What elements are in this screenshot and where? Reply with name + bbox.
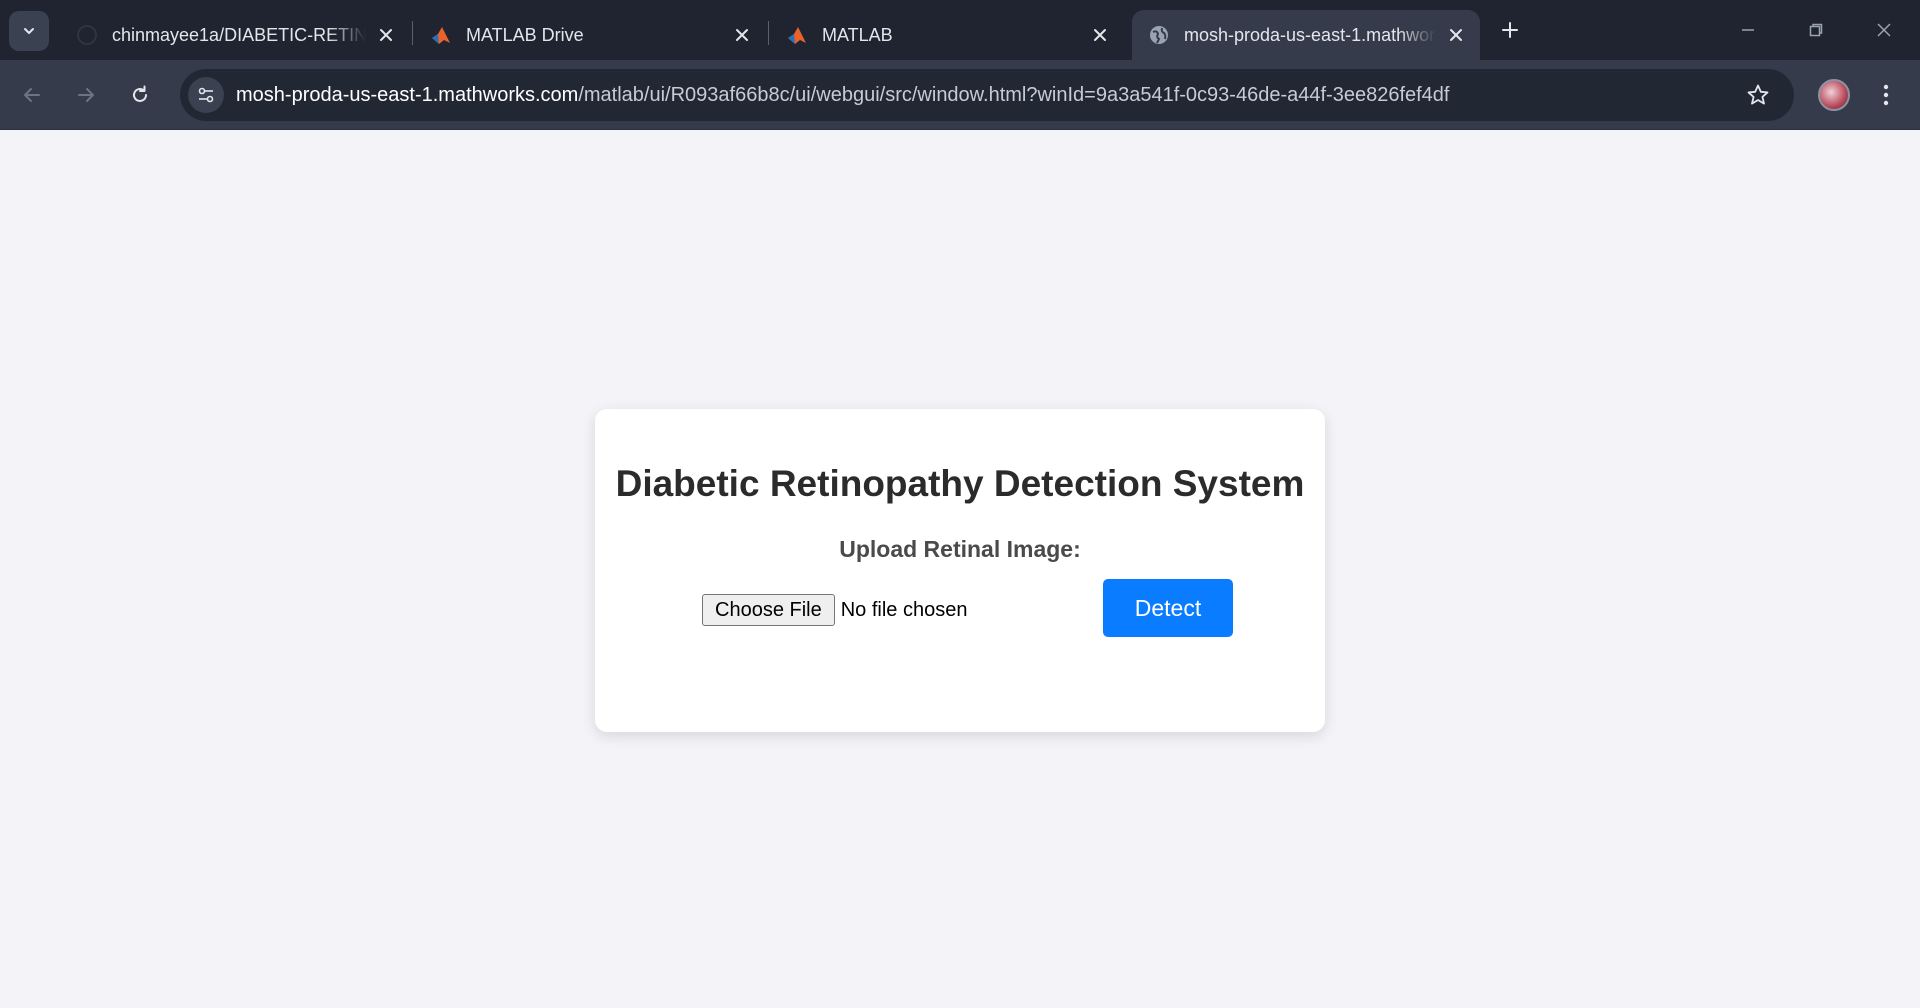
restore-icon	[1809, 23, 1823, 37]
file-input[interactable]: Choose File No file chosen	[702, 594, 967, 626]
restore-button[interactable]	[1800, 14, 1832, 46]
arrow-right-icon	[78, 88, 94, 102]
matlab-icon	[430, 24, 452, 46]
profile-avatar[interactable]	[1818, 79, 1850, 111]
choose-file-button[interactable]: Choose File	[702, 594, 835, 626]
bookmark-button[interactable]	[1744, 81, 1772, 109]
page-viewport: Diabetic Retinopathy Detection System Up…	[0, 131, 1920, 1008]
github-icon	[76, 24, 98, 46]
url-text[interactable]: mosh-proda-us-east-1.mathworks.com/matla…	[236, 84, 1449, 107]
tab-title: MATLAB Drive	[466, 24, 584, 45]
plus-icon	[1502, 22, 1518, 38]
globe-icon	[1148, 24, 1170, 46]
address-bar[interactable]: mosh-proda-us-east-1.mathworks.com/matla…	[180, 69, 1794, 121]
minimize-button[interactable]	[1732, 14, 1764, 46]
close-window-button[interactable]	[1868, 14, 1900, 46]
reload-button[interactable]	[120, 75, 160, 115]
tab-title: mosh-proda-us-east-1.mathworks.com	[1184, 24, 1436, 45]
new-tab-button[interactable]	[1494, 14, 1526, 46]
arrow-left-icon	[24, 88, 40, 102]
tab-matlab[interactable]: MATLAB	[770, 10, 1124, 60]
tab-mosh-proda[interactable]: mosh-proda-us-east-1.mathworks.com	[1132, 10, 1480, 60]
tab-title: chinmayee1a/DIABETIC-RETINO	[112, 24, 366, 45]
tune-icon	[198, 87, 214, 103]
forward-button[interactable]	[66, 75, 106, 115]
close-icon	[1877, 23, 1891, 37]
tab-strip: chinmayee1a/DIABETIC-RETINO MATLAB Drive…	[0, 0, 1920, 60]
back-button[interactable]	[12, 75, 52, 115]
browser-toolbar: mosh-proda-us-east-1.mathworks.com/matla…	[0, 60, 1920, 130]
tab-github[interactable]: chinmayee1a/DIABETIC-RETINO	[60, 10, 410, 60]
detection-card: Diabetic Retinopathy Detection System Up…	[595, 409, 1325, 732]
tab-search-button[interactable]	[9, 11, 49, 51]
browser-menu-button[interactable]	[1872, 79, 1900, 111]
matlab-icon	[786, 24, 808, 46]
minimize-icon	[1742, 29, 1754, 31]
chevron-down-icon	[24, 28, 34, 34]
url-path: /matlab/ui/R093af66b8c/ui/webgui/src/win…	[578, 83, 1450, 106]
close-icon[interactable]	[1444, 23, 1468, 47]
tab-title: MATLAB	[822, 24, 893, 45]
reload-icon	[133, 85, 147, 102]
star-icon	[1747, 84, 1769, 105]
site-info-button[interactable]	[188, 77, 224, 113]
file-status-text: No file chosen	[840, 598, 968, 621]
upload-label: Upload Retinal Image:	[839, 536, 1081, 562]
page-title: Diabetic Retinopathy Detection System	[615, 463, 1305, 504]
tab-separator	[768, 21, 769, 45]
more-vertical-icon	[1883, 84, 1889, 106]
tab-matlab-drive[interactable]: MATLAB Drive	[414, 10, 766, 60]
close-icon[interactable]	[374, 23, 398, 47]
close-icon[interactable]	[730, 23, 754, 47]
url-host: mosh-proda-us-east-1.mathworks.com	[236, 83, 579, 106]
close-icon[interactable]	[1088, 23, 1112, 47]
detect-button[interactable]: Detect	[1103, 579, 1233, 637]
tab-separator	[412, 21, 413, 45]
